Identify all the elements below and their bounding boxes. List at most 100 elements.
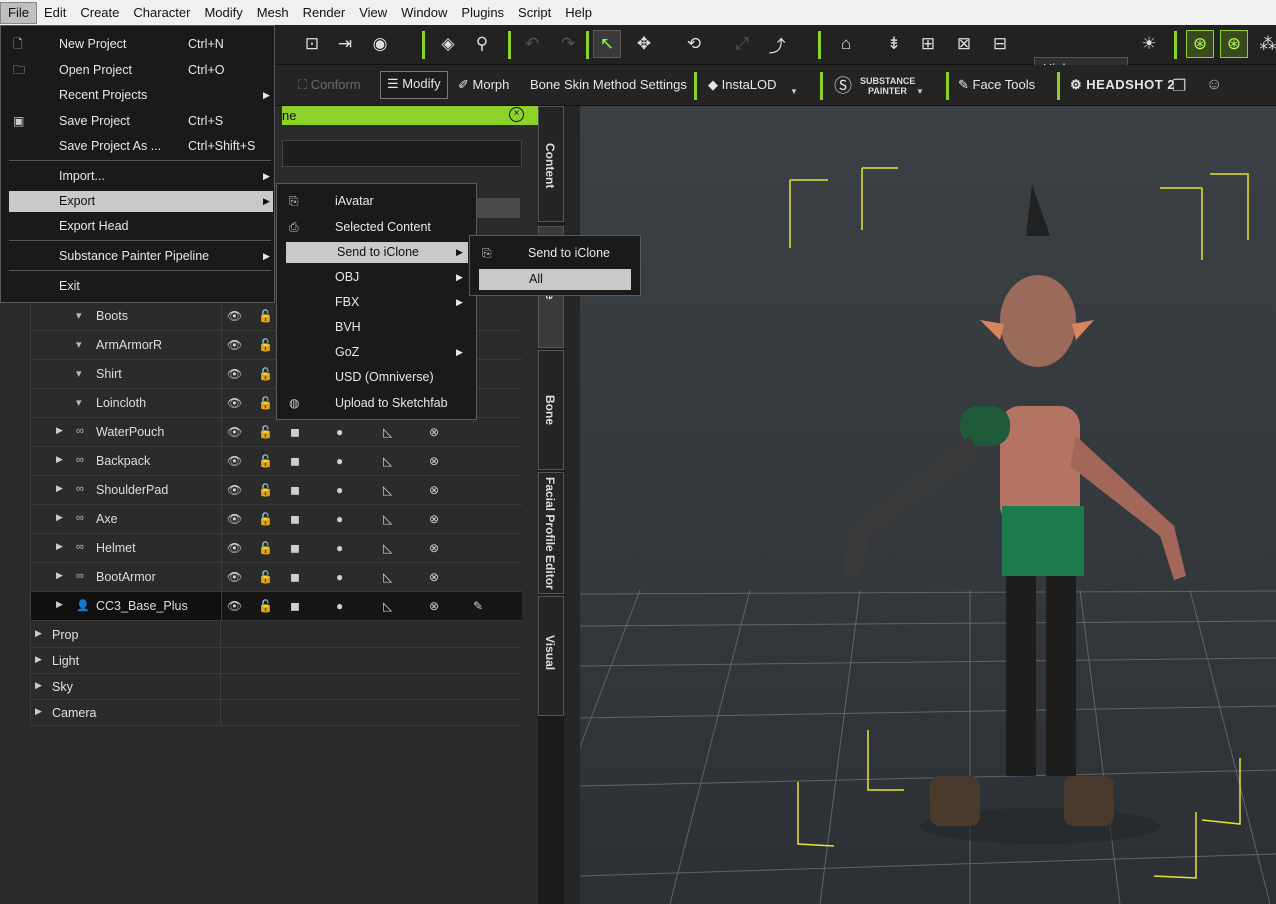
eye-icon[interactable]: 👁: [227, 570, 242, 584]
gizmo-view-icon[interactable]: ⊛: [1220, 30, 1248, 58]
redo-icon[interactable]: ↷: [556, 33, 580, 55]
bone-icon[interactable]: ◺: [383, 425, 392, 439]
expand-arrow-icon[interactable]: ▶: [56, 483, 63, 494]
chevron-down-icon[interactable]: ▼: [790, 87, 798, 96]
menu-file[interactable]: File: [0, 1, 37, 24]
menu-script[interactable]: Script: [511, 2, 558, 24]
menu-item-fbx[interactable]: FBX ▶: [277, 292, 476, 313]
modify-button[interactable]: ☰ Modify: [380, 71, 448, 99]
scale-tool-icon[interactable]: ⤢: [730, 33, 754, 55]
render-icon[interactable]: ◈: [436, 33, 460, 55]
mesh-cube-icon[interactable]: ◼: [290, 512, 300, 526]
menu-window[interactable]: Window: [394, 2, 454, 24]
lock-icon[interactable]: 🔓: [258, 396, 273, 410]
menu-item-selected-content[interactable]: ⎙ Selected Content: [277, 217, 476, 238]
bone-icon[interactable]: ◺: [383, 599, 392, 613]
expand-arrow-icon[interactable]: ▶: [56, 570, 63, 581]
eye-icon[interactable]: 👁: [227, 541, 242, 555]
eye-icon[interactable]: 👁: [227, 396, 242, 410]
material-sphere-icon[interactable]: ●: [336, 541, 343, 555]
menu-item-upload-to-sketchfab[interactable]: ◍ Upload to Sketchfab: [277, 393, 476, 414]
camera-frame-icon[interactable]: ⊠: [952, 33, 976, 55]
menu-item-usd-omniverse[interactable]: USD (Omniverse): [277, 367, 476, 388]
material-sphere-icon[interactable]: ●: [336, 483, 343, 497]
mesh-cube-icon[interactable]: ◼: [290, 570, 300, 584]
hide-circle-icon[interactable]: ⊗: [429, 599, 439, 613]
headshot-head-icon[interactable]: ❒: [1172, 76, 1186, 96]
menu-item-import[interactable]: Import... ▶: [1, 166, 274, 187]
close-icon[interactable]: ×: [509, 107, 524, 122]
menu-item-export[interactable]: Export ▶: [9, 191, 273, 212]
substance-painter-button[interactable]: SUBSTANCE PAINTER: [860, 76, 915, 96]
menu-item-send-to-iclone-sub[interactable]: ⎘ Send to iClone: [470, 243, 640, 264]
hide-circle-icon[interactable]: ⊗: [429, 570, 439, 584]
eye-icon[interactable]: 👁: [227, 512, 242, 526]
bone-icon[interactable]: ◺: [383, 570, 392, 584]
menu-item-recent-projects[interactable]: Recent Projects ▶: [1, 85, 274, 106]
hide-circle-icon[interactable]: ⊗: [429, 512, 439, 526]
select-tool-icon[interactable]: ↖: [593, 30, 621, 58]
tree-row[interactable]: ▶ 👤 CC3_Base_Plus 👁 🔓 ◼ ● ◺ ⊗ ✎: [31, 592, 522, 621]
3d-viewport[interactable]: [580, 106, 1276, 904]
eye-icon[interactable]: 👁: [227, 425, 242, 439]
hide-circle-icon[interactable]: ⊗: [429, 483, 439, 497]
search-input[interactable]: [282, 140, 522, 167]
menu-item-iavatar[interactable]: ⎘ iAvatar: [277, 191, 476, 212]
menu-item-bvh[interactable]: BVH: [277, 317, 476, 338]
rotate-tool-icon[interactable]: ⟲: [682, 33, 706, 55]
align-icon[interactable]: ⤴: [765, 33, 789, 56]
menu-character[interactable]: Character: [126, 2, 197, 24]
lock-icon[interactable]: 🔓: [258, 425, 273, 439]
bone-skin-button[interactable]: Bone Skin Method Settings: [530, 72, 687, 98]
substance-icon[interactable]: Ⓢ: [834, 75, 860, 97]
bone-icon[interactable]: ◺: [383, 512, 392, 526]
material-sphere-icon[interactable]: ●: [336, 425, 343, 439]
network-icon[interactable]: ⁂: [1256, 33, 1276, 55]
mesh-cube-icon[interactable]: ◼: [290, 425, 300, 439]
tree-row[interactable]: ▶ ∞ Axe 👁 🔓 ◼ ● ◺ ⊗: [31, 505, 522, 534]
lock-icon[interactable]: 🔓: [258, 570, 273, 584]
expand-arrow-icon[interactable]: ▶: [56, 541, 63, 552]
expand-arrow-icon[interactable]: ▶: [56, 599, 63, 610]
expand-arrow-icon[interactable]: ▶: [56, 512, 63, 523]
zoom-extents-icon[interactable]: ⊟: [988, 33, 1012, 55]
gizmo-toggle-icon[interactable]: ⊛: [1186, 30, 1214, 58]
preview-icon[interactable]: ◉: [368, 33, 392, 55]
menu-item-new-project[interactable]: 🗋 New Project Ctrl+N: [1, 34, 274, 55]
morph-button[interactable]: ✐ Morph: [458, 72, 509, 98]
tab-visual[interactable]: Visual: [538, 596, 564, 716]
lock-icon[interactable]: 🔓: [258, 541, 273, 555]
pose-icon[interactable]: ⚲: [470, 33, 494, 55]
fit-icon[interactable]: ⇟: [882, 33, 906, 55]
eye-icon[interactable]: 👁: [227, 599, 242, 613]
chevron-down-icon[interactable]: ▼: [916, 87, 924, 96]
eye-icon[interactable]: 👁: [227, 483, 242, 497]
menu-item-save-project-as[interactable]: Save Project As ... Ctrl+Shift+S: [1, 136, 274, 157]
instalod-button[interactable]: ◆ InstaLOD: [708, 72, 777, 98]
tree-group-prop[interactable]: ▶ Prop: [30, 622, 521, 648]
tree-row[interactable]: ▶ ∞ ShoulderPad 👁 🔓 ◼ ● ◺ ⊗: [31, 476, 522, 505]
bone-icon[interactable]: ◺: [383, 454, 392, 468]
menu-mesh[interactable]: Mesh: [250, 2, 296, 24]
face-tools-button[interactable]: ✎ Face Tools: [958, 72, 1035, 98]
home-icon[interactable]: ⌂: [834, 33, 858, 55]
bone-icon[interactable]: ◺: [383, 541, 392, 555]
menu-item-substance-painter-pipeline[interactable]: Substance Painter Pipeline ▶: [1, 246, 274, 267]
eye-icon[interactable]: 👁: [227, 367, 242, 381]
hide-circle-icon[interactable]: ⊗: [429, 425, 439, 439]
tree-group-sky[interactable]: ▶ Sky: [30, 674, 521, 700]
menu-item-send-to-iclone[interactable]: Send to iClone ▶: [286, 242, 468, 263]
move-tool-icon[interactable]: ✥: [632, 33, 656, 55]
expand-arrow-icon[interactable]: ▶: [35, 654, 42, 665]
lock-icon[interactable]: 🔓: [258, 454, 273, 468]
eye-icon[interactable]: 👁: [227, 338, 242, 352]
lock-icon[interactable]: 🔓: [258, 483, 273, 497]
menu-modify[interactable]: Modify: [197, 2, 249, 24]
expand-arrow-icon[interactable]: ▶: [56, 454, 63, 465]
usd-export-icon[interactable]: ⊡: [300, 33, 324, 55]
export-arrow-icon[interactable]: ⇥: [333, 33, 357, 55]
material-sphere-icon[interactable]: ●: [336, 599, 343, 613]
menu-render[interactable]: Render: [296, 2, 353, 24]
mesh-cube-icon[interactable]: ◼: [290, 454, 300, 468]
menu-item-save-project[interactable]: ▣ Save Project Ctrl+S: [1, 111, 274, 132]
